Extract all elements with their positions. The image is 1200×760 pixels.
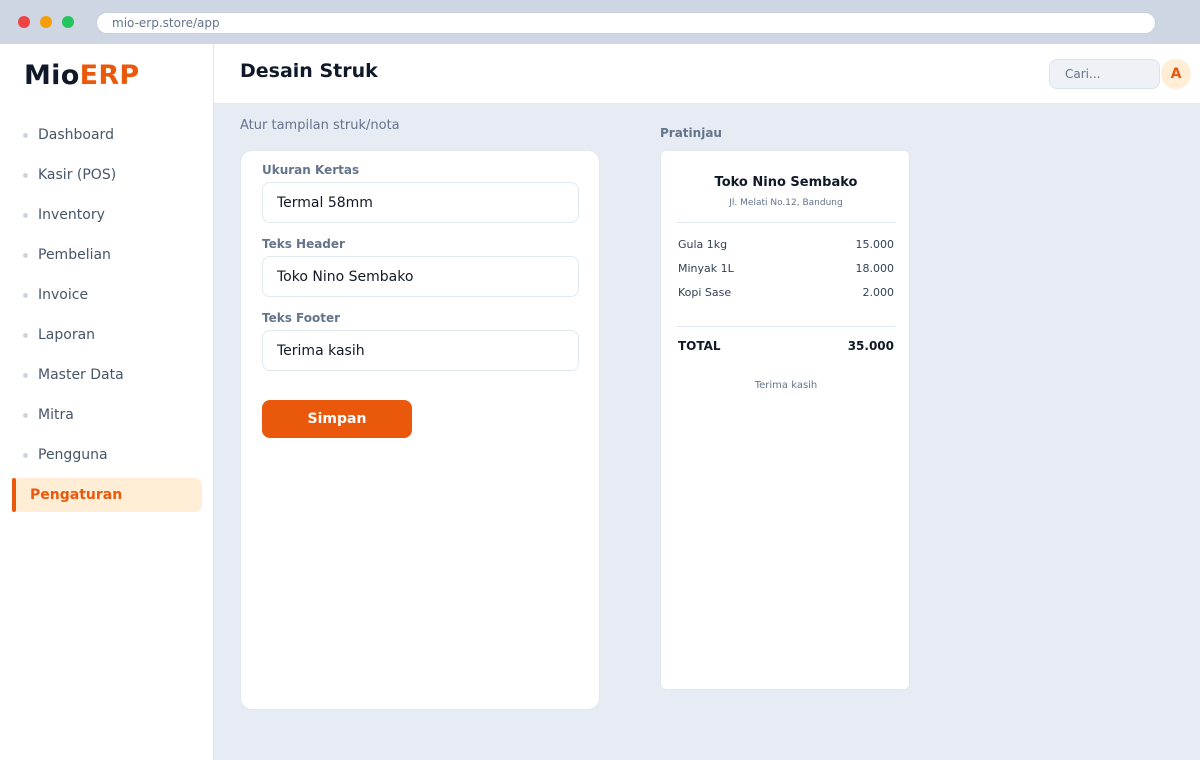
sidebar-item-pembelian[interactable]: Pembelian [12, 238, 202, 272]
logo-text-erp: ERP [79, 60, 140, 91]
sidebar-item-label: Pembelian [38, 247, 111, 263]
bullet-icon [23, 413, 28, 418]
search-input[interactable]: Cari... [1049, 59, 1160, 89]
active-indicator [12, 478, 16, 512]
receipt-item-name: Minyak 1L [678, 262, 734, 275]
bullet-icon [23, 253, 28, 258]
sidebar-item-inventory[interactable]: Inventory [12, 198, 202, 232]
receipt-item-price: 2.000 [862, 286, 895, 299]
bullet-icon [23, 173, 28, 178]
bullet-icon [23, 453, 28, 458]
bullet-icon [23, 293, 28, 298]
receipt-item-price: 18.000 [855, 262, 895, 275]
sidebar-item-dashboard[interactable]: Dashboard [12, 118, 202, 152]
sidebar-item-label: Kasir (POS) [38, 167, 117, 183]
sidebar-item-label: Laporan [38, 327, 96, 343]
receipt-item-price: 15.000 [855, 238, 895, 251]
sidebar-item-label: Pengguna [38, 447, 108, 463]
receipt-item-name: Gula 1kg [678, 238, 728, 251]
sidebar-item-label: Dashboard [38, 127, 114, 143]
receipt-total-label: TOTAL [678, 339, 721, 353]
browser-chrome: mio-erp.store/app [0, 0, 1200, 44]
receipt-total-value: 35.000 [847, 339, 894, 353]
sidebar-item-mitra[interactable]: Mitra [12, 398, 202, 432]
save-button[interactable]: Simpan [262, 400, 412, 438]
receipt-total-row: TOTAL 35.000 [678, 339, 894, 353]
receipt-line-item: Minyak 1L 18.000 [678, 262, 894, 276]
user-avatar[interactable]: A [1161, 59, 1191, 89]
sidebar-item-laporan[interactable]: Laporan [12, 318, 202, 352]
sidebar: MioERP Dashboard Kasir (POS) Inventory P… [0, 44, 214, 760]
bullet-icon [23, 373, 28, 378]
sidebar-item-label: Pengaturan [30, 487, 123, 503]
page-subtitle: Atur tampilan struk/nota [240, 118, 400, 133]
window-minimize-button[interactable] [40, 16, 52, 28]
receipt-line-item: Gula 1kg 15.000 [678, 238, 894, 252]
sidebar-item-label: Master Data [38, 367, 124, 383]
receipt-divider [677, 326, 895, 327]
sidebar-item-label: Inventory [38, 207, 105, 223]
sidebar-item-pengguna[interactable]: Pengguna [12, 438, 202, 472]
window-close-button[interactable] [18, 16, 30, 28]
receipt-store-name: Toko Nino Sembako [714, 175, 858, 190]
bullet-icon [23, 333, 28, 338]
receipt-item-name: Kopi Sase [678, 286, 732, 299]
sidebar-item-label: Invoice [38, 287, 89, 303]
sidebar-item-label: Mitra [38, 407, 74, 423]
page-title: Desain Struk [240, 60, 378, 82]
sidebar-item-kasir-pos[interactable]: Kasir (POS) [12, 158, 202, 192]
receipt-line-item: Kopi Sase 2.000 [678, 286, 894, 300]
receipt-settings-form: Ukuran Kertas Teks Header Teks Footer Si… [240, 150, 600, 710]
preview-heading: Pratinjau [660, 126, 722, 140]
sidebar-item-pengaturan[interactable]: Pengaturan [12, 478, 202, 512]
receipt-address: Jl. Melati No.12, Bandung [729, 198, 843, 208]
receipt-divider [677, 222, 895, 223]
sidebar-item-master-data[interactable]: Master Data [12, 358, 202, 392]
header-text-label: Teks Header [262, 237, 345, 251]
footer-text-label: Teks Footer [262, 311, 341, 325]
receipt-preview: Toko Nino Sembako Jl. Melati No.12, Band… [660, 150, 910, 690]
paper-size-label: Ukuran Kertas [262, 163, 360, 177]
receipt-footer: Terima kasih [754, 380, 818, 391]
bullet-icon [23, 213, 28, 218]
address-bar[interactable]: mio-erp.store/app [96, 12, 1156, 34]
bullet-icon [23, 133, 28, 138]
window-maximize-button[interactable] [62, 16, 74, 28]
paper-size-field[interactable] [262, 182, 579, 223]
sidebar-item-invoice[interactable]: Invoice [12, 278, 202, 312]
app-logo[interactable]: MioERP [24, 60, 140, 91]
top-header: Desain Struk Cari... A [214, 44, 1200, 104]
header-text-field[interactable] [262, 256, 579, 297]
footer-text-field[interactable] [262, 330, 579, 371]
logo-text-mio: Mio [24, 60, 80, 91]
